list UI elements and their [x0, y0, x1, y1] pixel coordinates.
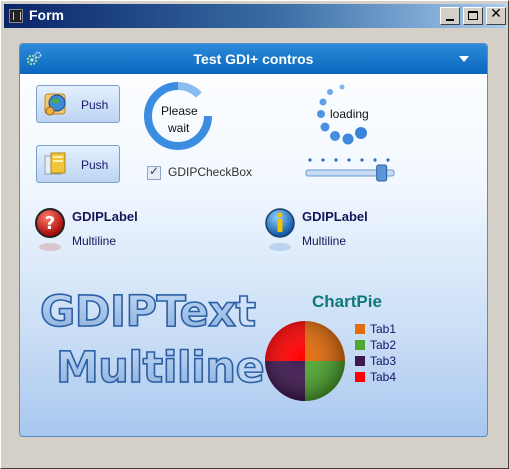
document-open-icon	[44, 152, 66, 175]
maximize-button[interactable]	[463, 7, 483, 25]
legend-swatch	[355, 372, 365, 382]
gdip-text-multiline: GDIPText Multiline	[39, 284, 265, 396]
loading-text: loading	[330, 107, 369, 121]
push-button-1[interactable]: Push	[36, 85, 120, 123]
gdip-label-1-subtitle: Multiline	[72, 234, 117, 248]
gdip-label-2-subtitle: Multiline	[302, 234, 347, 248]
push-button-2[interactable]: Push	[36, 145, 120, 183]
legend-swatch	[355, 340, 365, 350]
app-icon	[9, 9, 23, 23]
pie-slice-tab3	[265, 361, 305, 401]
legend-label: Tab1	[370, 322, 397, 336]
minimize-icon	[446, 19, 454, 21]
gdip-text-line-2: Multiline	[40, 340, 265, 396]
svg-text:?: ?	[45, 213, 55, 234]
gdip-panel: Test GDI+ contros Push Push Please wait …	[19, 43, 488, 437]
maximize-icon	[468, 11, 478, 20]
info-icon	[265, 208, 295, 251]
form-window: Form ✕ Test GDI+ contros Push Push Pleas…	[0, 0, 509, 469]
gdip-checkbox-label[interactable]: GDIPCheckBox	[168, 165, 252, 179]
panel-header[interactable]: Test GDI+ contros	[20, 44, 487, 74]
chevron-down-icon[interactable]	[456, 53, 472, 65]
legend-swatch	[355, 356, 365, 366]
legend-label: Tab2	[370, 338, 397, 352]
gdip-text-line-1: GDIPText	[39, 284, 257, 340]
chart-title: ChartPie	[312, 292, 382, 311]
close-button[interactable]: ✕	[486, 6, 506, 25]
legend-label: Tab4	[370, 370, 397, 384]
question-icon: ?	[35, 208, 65, 251]
pie-slice-tab4	[265, 321, 305, 361]
gdip-checkbox[interactable]: ✓	[147, 164, 161, 180]
panel-title: Test GDI+ contros	[193, 51, 314, 67]
push-button-2-label: Push	[81, 158, 109, 172]
pie-slice-tab1	[305, 321, 345, 361]
minimize-button[interactable]	[440, 7, 460, 25]
legend-swatch	[355, 324, 365, 334]
window-title: Form	[29, 7, 64, 23]
slider-thumb[interactable]	[376, 164, 388, 182]
pie-slice-tab2	[305, 361, 345, 401]
legend-label: Tab3	[370, 354, 397, 368]
close-icon: ✕	[490, 6, 502, 22]
push-button-1-label: Push	[81, 98, 109, 112]
pie-chart	[265, 321, 345, 401]
gdip-slider[interactable]	[304, 156, 398, 186]
wait-line-1: Please	[161, 104, 198, 118]
title-bar[interactable]: Form ✕	[4, 4, 506, 28]
gdip-label-1-title: GDIPLabel	[72, 209, 138, 224]
wait-line-2: wait	[168, 121, 190, 135]
globe-settings-icon	[44, 93, 66, 116]
checkmark-icon: ✓	[149, 164, 160, 178]
gdip-label-2-title: GDIPLabel	[302, 209, 368, 224]
